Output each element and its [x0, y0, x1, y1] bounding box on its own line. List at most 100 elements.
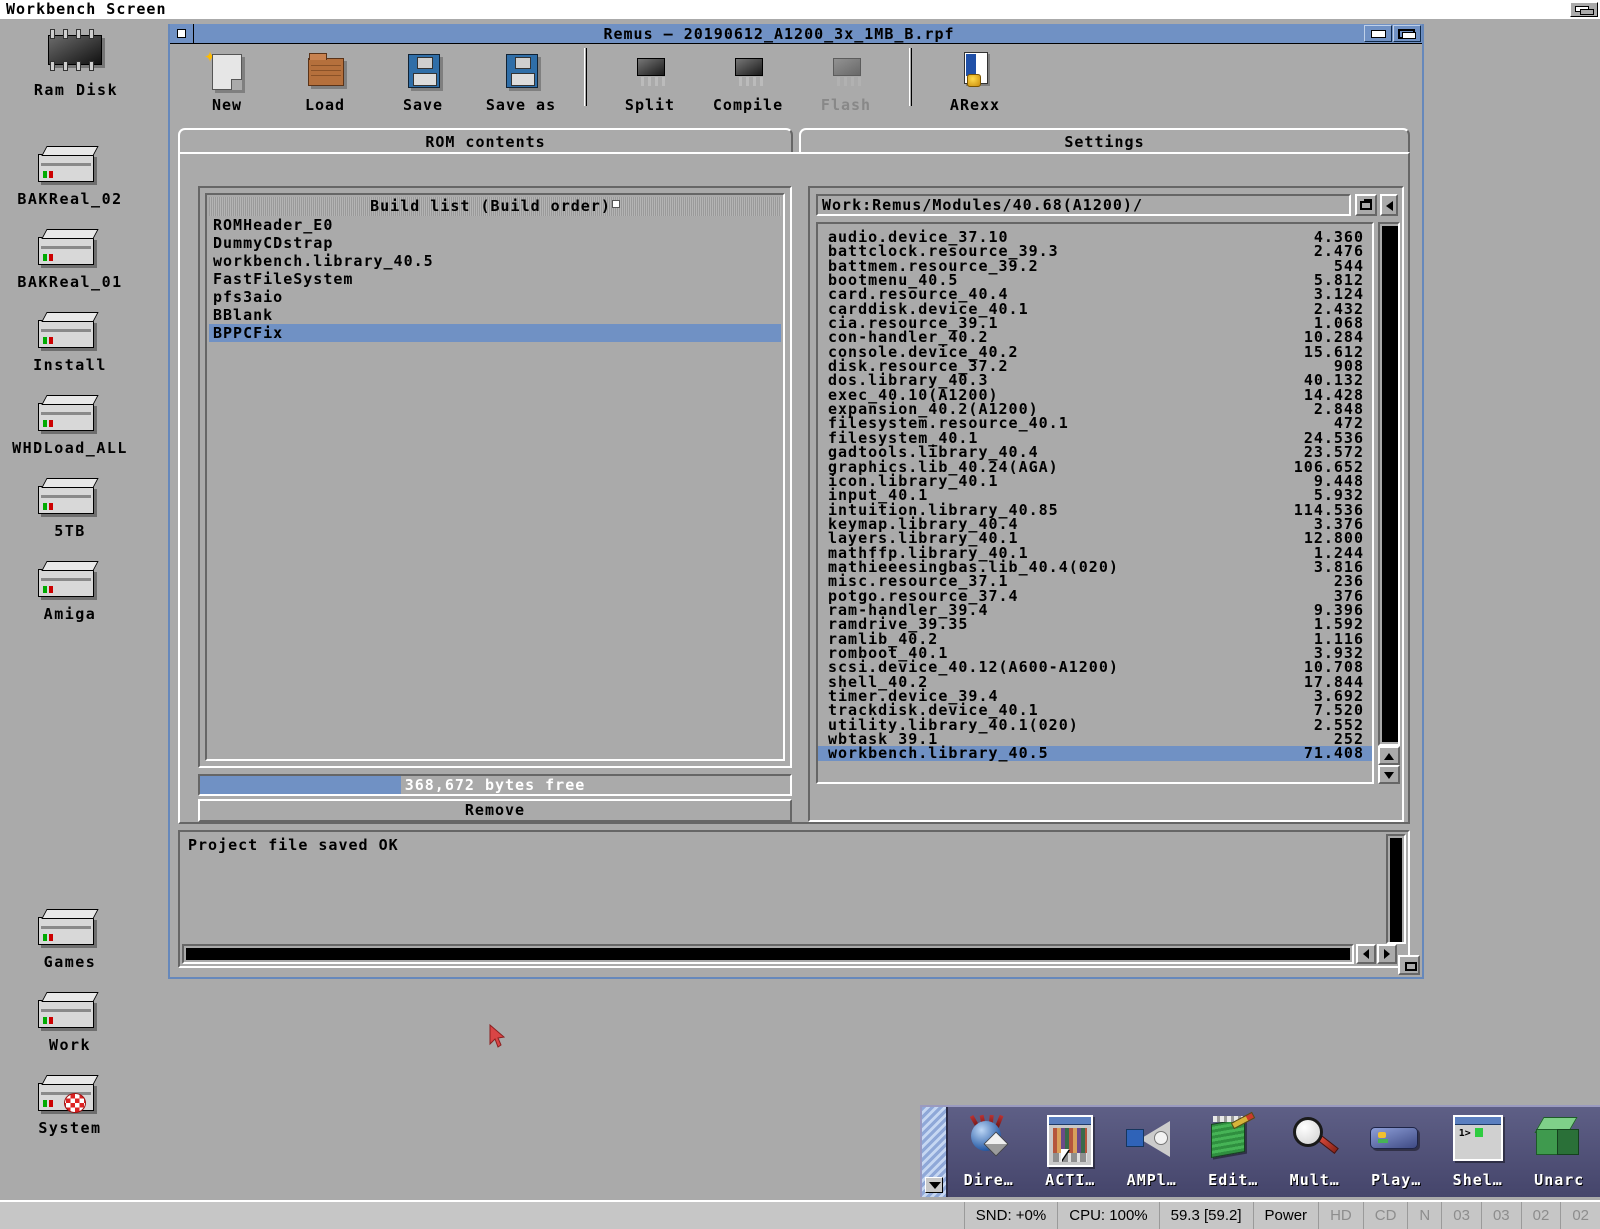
scrollbar-trough[interactable]	[1378, 222, 1400, 746]
dock-item-notepad[interactable]: Edit…	[1193, 1107, 1275, 1197]
module-path-input[interactable]: Work:Remus/Modules/40.68(A1200)/	[816, 194, 1351, 216]
status-cell-power: Power	[1252, 1202, 1319, 1229]
build-list-item[interactable]: pfs3aio	[209, 288, 781, 306]
desktop-icon-ram-disk[interactable]: Ram Disk	[6, 29, 146, 99]
module-size: 71.408	[1303, 744, 1364, 763]
desktop-icon-bakreal-01[interactable]: BAKReal_01	[0, 227, 140, 291]
desktop-icon-whdload-all[interactable]: WHDLoad_ALL	[0, 393, 140, 457]
log-vscroll-thumb[interactable]	[1390, 838, 1402, 942]
scroll-down-button[interactable]	[1378, 765, 1400, 784]
folder-icon	[308, 53, 344, 86]
desktop-icon-label: System	[38, 1119, 102, 1137]
status-cell-cd: CD	[1362, 1202, 1408, 1229]
cursor-overlay-icon	[1061, 1149, 1070, 1161]
log-message: Project file saved OK	[188, 836, 399, 854]
desktop-icon-games[interactable]: Games	[0, 907, 140, 971]
desktop-icon-system[interactable]: System	[0, 1073, 140, 1137]
toolbar-button-label: Flash	[820, 96, 872, 114]
dock-item-image-viewer[interactable]: ACTI…	[1030, 1107, 1112, 1197]
dock-collapse-arrow-icon[interactable]	[922, 1107, 948, 1197]
toolbar-button-split[interactable]: Split	[601, 48, 699, 114]
hard-drive-icon	[38, 559, 102, 601]
build-list-header[interactable]: Build list (Build order)	[209, 197, 781, 216]
toolbar-button-save-as[interactable]: Save as	[472, 48, 570, 114]
tab-rom-contents[interactable]: ROM contents	[178, 128, 793, 154]
rom-contents-panel: Build list (Build order) ROMHeader_E0 Dum…	[178, 152, 1410, 824]
toolbar-button-label: New	[211, 96, 243, 114]
log-horizontal-scrollbar[interactable]	[182, 944, 1354, 964]
module-list-scrollbar[interactable]	[1378, 222, 1400, 784]
screen-depth-gadget-icon[interactable]	[1570, 2, 1598, 17]
emulator-status-bar: SND: +0% CPU: 100% 59.3 [59.2] Power HD CD N 03…	[0, 1200, 1600, 1229]
desktop-icon-install[interactable]: Install	[0, 310, 140, 374]
window-titlebar[interactable]: Remus — 20190612_A1200_3x_1MB_B.rpf	[170, 24, 1422, 43]
workbench-desktop[interactable]: Ram Disk BAKReal_02 BAKReal_01 Install WHDLo…	[0, 19, 1600, 1210]
close-icon[interactable]	[170, 24, 194, 43]
status-cell-02: 02	[1520, 1202, 1561, 1229]
hard-drive-icon	[38, 990, 102, 1032]
build-list-item[interactable]: FastFileSystem	[209, 270, 781, 288]
build-list-item[interactable]: BBlank	[209, 306, 781, 324]
scrollbar-thumb[interactable]	[1382, 226, 1398, 742]
log-scroll-right-button[interactable]	[1377, 944, 1397, 964]
log-hscroll-thumb[interactable]	[186, 948, 1350, 960]
hard-drive-icon	[38, 393, 102, 435]
build-list-item[interactable]: BPPCFix	[209, 324, 781, 342]
path-history-icon[interactable]	[1380, 194, 1398, 216]
toolbar-button-arexx[interactable]: ARexx	[926, 48, 1024, 114]
media-player-icon	[1370, 1121, 1422, 1157]
module-list[interactable]: audio.device_37.10 4.360 battclock.resourc…	[816, 222, 1374, 784]
desktop-icon-amiga[interactable]: Amiga	[0, 559, 140, 623]
dock-item-label: Dire…	[963, 1171, 1014, 1189]
toolbar-button-compile[interactable]: Compile	[699, 48, 797, 114]
dock-item-media-player[interactable]: Play…	[1356, 1107, 1438, 1197]
toolbar-button-label: Load	[304, 96, 346, 114]
hard-drive-icon	[38, 227, 102, 269]
tab-settings[interactable]: Settings	[799, 128, 1410, 154]
hard-drive-icon	[38, 476, 102, 518]
remove-button-label: Remove	[464, 801, 526, 819]
dock-item-shell-window[interactable]: 1> Shel…	[1437, 1107, 1519, 1197]
folder-browse-icon[interactable]	[1355, 194, 1377, 216]
free-space-label: 368,672 bytes free	[404, 776, 586, 794]
toolbar-button-save[interactable]: Save	[374, 48, 472, 114]
build-list-item[interactable]: DummyCDstrap	[209, 234, 781, 252]
desktop-icon-label: Amiga	[43, 605, 97, 623]
desktop-icon-bakreal-02[interactable]: BAKReal_02	[0, 144, 140, 208]
toolbar-separator	[909, 48, 912, 106]
desktop-icon-work[interactable]: Work	[0, 990, 140, 1054]
dock-item-magnifier[interactable]: Mult…	[1274, 1107, 1356, 1197]
log-scroll-left-button[interactable]	[1356, 944, 1376, 964]
chip-icon	[735, 58, 763, 86]
image-viewer-icon	[1047, 1115, 1094, 1167]
screen-titlebar[interactable]: Workbench Screen	[0, 0, 1600, 19]
log-vertical-scrollbar[interactable]	[1386, 834, 1406, 944]
module-list-row[interactable]: workbench.library_40.5 71.408	[818, 744, 1372, 763]
depth-gadget-icon[interactable]	[1364, 25, 1392, 42]
scroll-up-button[interactable]	[1378, 746, 1400, 765]
desktop-icon-5tb[interactable]: 5TB	[0, 476, 140, 540]
window-title: Remus — 20190612_A1200_3x_1MB_B.rpf	[603, 24, 955, 43]
log-output-area[interactable]: Project file saved OK	[178, 830, 1410, 968]
build-list-item[interactable]: workbench.library_40.5	[209, 252, 781, 270]
status-cell-n: N	[1407, 1202, 1441, 1229]
dock-item-speaker[interactable]: AMPl…	[1111, 1107, 1193, 1197]
remus-window[interactable]: Remus — 20190612_A1200_3x_1MB_B.rpf ✦ New…	[168, 24, 1424, 979]
notepad-icon	[1207, 1111, 1259, 1161]
dock-item-directory-opus[interactable]: Dire…	[948, 1107, 1030, 1197]
dock-item-archive-cube[interactable]: Unarc	[1519, 1107, 1600, 1197]
build-list-items[interactable]: ROMHeader_E0 DummyCDstrap workbench.librar…	[209, 216, 781, 757]
module-name: workbench.library_40.5	[828, 744, 1049, 763]
desktop-icon-label: Work	[48, 1036, 92, 1054]
toolbar-button-label: Save as	[485, 96, 557, 114]
toolbar-button-new[interactable]: ✦ New	[178, 45, 276, 114]
remove-button[interactable]: Remove	[198, 799, 792, 822]
sort-order-icon[interactable]	[611, 200, 620, 208]
hard-drive-icon	[38, 1073, 102, 1115]
zoom-gadget-icon[interactable]	[1393, 25, 1421, 42]
build-list-item[interactable]: ROMHeader_E0	[209, 216, 781, 234]
window-resize-handle[interactable]	[1398, 955, 1420, 975]
arexx-icon	[964, 52, 988, 87]
toolbar-button-load[interactable]: Load	[276, 48, 374, 114]
amidock-bar: Dire… ACTI… AMPl… Edit… Mult… Play… 1> Shel… Una…	[920, 1105, 1600, 1197]
